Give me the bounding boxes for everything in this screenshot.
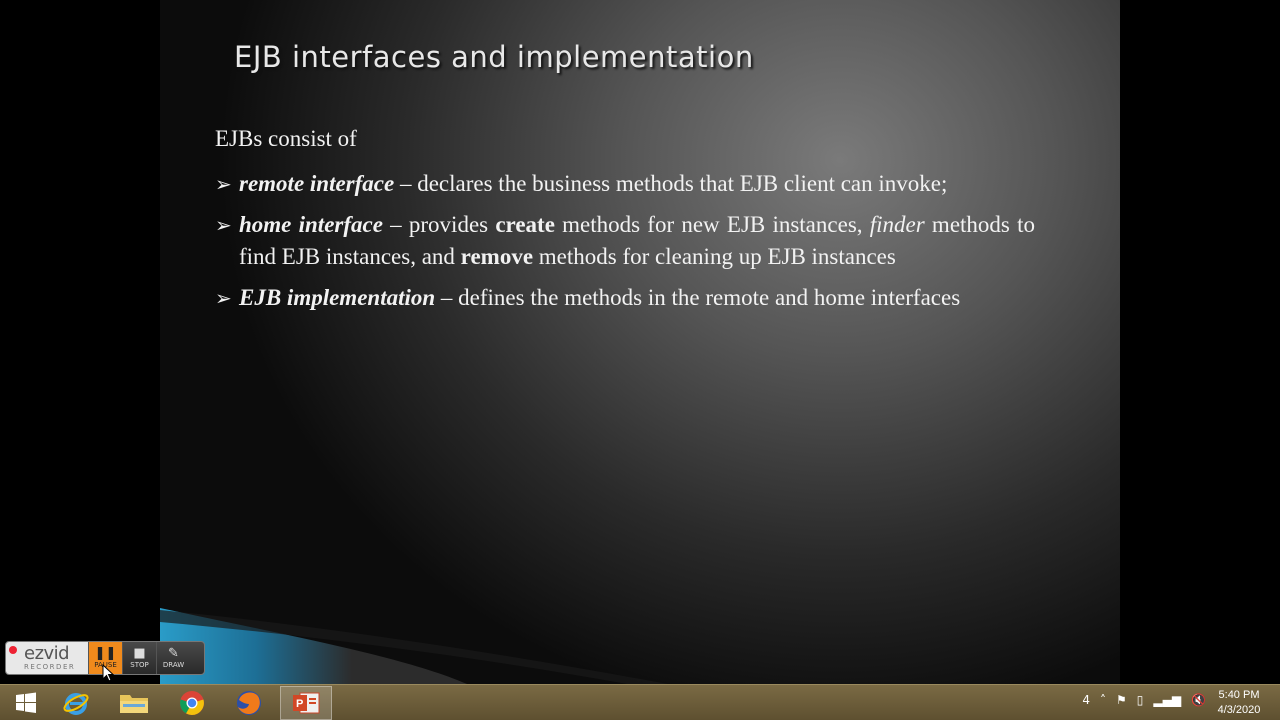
taskbar-firefox[interactable]: [223, 686, 275, 720]
bullet-term: home interface: [239, 212, 383, 237]
powerpoint-icon: P: [293, 692, 320, 714]
taskbar-file-explorer[interactable]: [108, 686, 160, 720]
start-button[interactable]: [0, 686, 52, 720]
device-icon[interactable]: ▯: [1137, 693, 1144, 707]
tray-count: 4: [1082, 693, 1090, 707]
clock-time: 5:40 PM: [1218, 689, 1260, 701]
internet-explorer-icon: [63, 693, 89, 715]
draw-button[interactable]: ✎ DRAW: [156, 642, 190, 674]
slide-intro: EJBs consist of: [215, 126, 357, 151]
ezvid-logo: ezvid RECORDER: [6, 642, 88, 674]
action-center-flag-icon[interactable]: ⚑: [1116, 693, 1127, 707]
bullet-term: EJB implementation: [239, 285, 436, 310]
taskbar-internet-explorer[interactable]: [50, 686, 102, 720]
bullet-item: ➢ EJB implementation – defines the method…: [215, 282, 1035, 314]
firefox-icon: [237, 691, 261, 715]
bullet-text: finder: [869, 212, 925, 237]
bullet-item: ➢ home interface – provides create method…: [215, 209, 1035, 273]
stop-button[interactable]: ■ STOP: [122, 642, 156, 674]
draw-label: DRAW: [162, 661, 185, 669]
start-icon: [16, 692, 36, 713]
network-signal-icon[interactable]: ▂▄▆: [1153, 693, 1181, 707]
bullet-text: – declares the business methods that EJB…: [394, 171, 948, 196]
file-explorer-icon: [120, 695, 148, 713]
taskbar-chrome[interactable]: [166, 686, 218, 720]
pen-icon: ✎: [168, 646, 179, 661]
bullet-text: – provides: [382, 212, 496, 237]
arrow-bullet-icon: ➢: [215, 172, 232, 196]
volume-muted-icon[interactable]: 🔇: [1191, 693, 1206, 707]
show-hidden-icons-icon[interactable]: ˄: [1100, 693, 1106, 707]
taskbar-clock[interactable]: 5:40 PM 4/3/2020: [1208, 688, 1270, 718]
bullet-text: remove: [460, 244, 534, 269]
system-tray: 4 ˄ ⚑ ▯ ▂▄▆ 🔇: [1082, 693, 1206, 707]
slide-title: EJB interfaces and implementation: [234, 40, 754, 74]
ezvid-subtitle: RECORDER: [24, 663, 76, 671]
windows-taskbar: P 4 ˄ ⚑ ▯ ▂▄▆ 🔇 5:40 PM 4/3/2020: [0, 684, 1280, 720]
bullet-item: ➢ remote interface – declares the busines…: [215, 168, 1035, 200]
bullet-term: remote interface: [239, 171, 395, 196]
presentation-slide: EJB interfaces and implementation EJBs c…: [160, 0, 1120, 684]
stop-label: STOP: [130, 661, 149, 669]
arrow-bullet-icon: ➢: [215, 286, 232, 310]
bullet-text: – defines the methods in the remote and …: [435, 285, 961, 310]
pause-icon: ❚❚: [94, 646, 117, 661]
clock-date: 4/3/2020: [1217, 704, 1261, 716]
bullet-list: ➢ remote interface – declares the busines…: [215, 168, 1035, 323]
arrow-bullet-icon: ➢: [215, 213, 232, 237]
bullet-text: methods for new EJB instances,: [554, 212, 870, 237]
stop-icon: ■: [133, 646, 146, 661]
taskbar-powerpoint[interactable]: P: [280, 686, 332, 720]
mouse-cursor-icon: [102, 664, 114, 682]
chrome-icon: [180, 691, 204, 715]
bullet-text: create: [495, 212, 555, 237]
decorative-sweep: [160, 608, 668, 684]
svg-text:P: P: [296, 698, 303, 710]
ezvid-brand: ezvid: [24, 643, 70, 664]
record-indicator-icon: [9, 646, 17, 654]
bullet-text: methods for cleaning up EJB instances: [533, 244, 896, 269]
